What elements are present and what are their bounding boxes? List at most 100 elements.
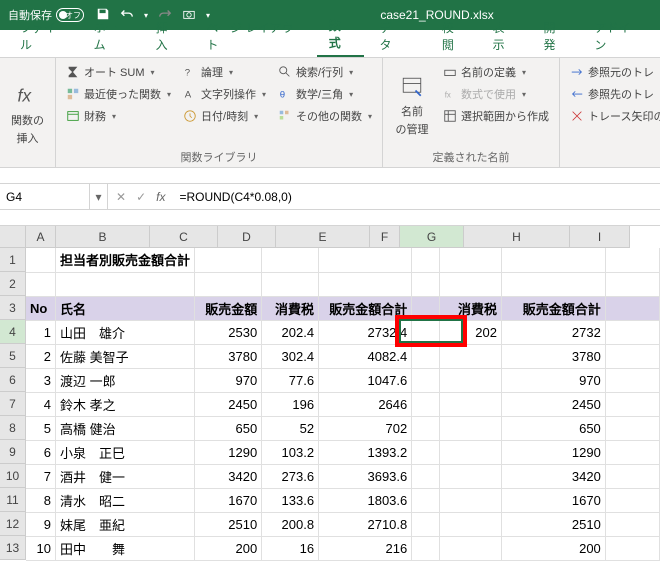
cell[interactable]: 2450 <box>195 392 262 416</box>
cell[interactable]: 2646 <box>319 392 412 416</box>
cell[interactable] <box>605 344 659 368</box>
row-header[interactable]: 8 <box>0 416 26 440</box>
cell[interactable]: 販売金額合計 <box>319 296 412 320</box>
cell[interactable] <box>412 416 440 440</box>
cell[interactable] <box>439 392 501 416</box>
cell[interactable]: 1670 <box>195 488 262 512</box>
cell[interactable] <box>605 248 659 272</box>
cell[interactable]: 9 <box>26 512 56 536</box>
cell[interactable] <box>501 248 605 272</box>
cell[interactable] <box>412 440 440 464</box>
cell[interactable]: 77.6 <box>262 368 319 392</box>
use-in-formula-button[interactable]: fx数式で使用▾ <box>439 84 553 104</box>
cell[interactable]: 2 <box>26 344 56 368</box>
cell[interactable] <box>605 320 659 344</box>
cell[interactable]: 4 <box>26 392 56 416</box>
cell[interactable]: 2732.4 <box>319 320 412 344</box>
row-header[interactable]: 6 <box>0 368 26 392</box>
row-header[interactable]: 7 <box>0 392 26 416</box>
col-header[interactable]: H <box>464 226 570 248</box>
cell[interactable]: 酒井 健一 <box>56 464 195 488</box>
cell[interactable] <box>56 272 195 296</box>
cell[interactable]: 3420 <box>501 464 605 488</box>
datetime-button[interactable]: 日付/時刻▾ <box>179 106 270 126</box>
cell[interactable]: 2450 <box>501 392 605 416</box>
remove-arrows-button[interactable]: トレース矢印の <box>566 106 660 126</box>
cell[interactable]: 消費税 <box>439 296 501 320</box>
text-button[interactable]: A文字列操作▾ <box>179 84 270 104</box>
cell[interactable] <box>26 248 56 272</box>
cell[interactable]: 販売金額合計 <box>501 296 605 320</box>
cell[interactable]: 2710.8 <box>319 512 412 536</box>
cell[interactable]: 202.4 <box>262 320 319 344</box>
cell[interactable]: 3693.6 <box>319 464 412 488</box>
cell[interactable]: 200.8 <box>262 512 319 536</box>
create-from-selection-button[interactable]: 選択範囲から作成 <box>439 106 553 126</box>
col-header[interactable]: C <box>150 226 218 248</box>
cell[interactable]: 田中 舞 <box>56 536 195 560</box>
cell[interactable] <box>319 272 412 296</box>
cell[interactable] <box>605 392 659 416</box>
row-header[interactable]: 11 <box>0 488 26 512</box>
cell[interactable]: 2510 <box>195 512 262 536</box>
tab-data[interactable]: データ <box>368 14 426 57</box>
cell[interactable] <box>412 488 440 512</box>
cell[interactable] <box>412 536 440 560</box>
name-manager-button[interactable]: 名前 の管理 <box>389 62 435 147</box>
cell[interactable]: 妹尾 亜紀 <box>56 512 195 536</box>
tab-insert[interactable]: 挿入 <box>144 14 191 57</box>
cell[interactable]: 200 <box>195 536 262 560</box>
cell[interactable] <box>439 344 501 368</box>
col-header[interactable]: B <box>56 226 150 248</box>
row-header[interactable]: 2 <box>0 272 26 296</box>
cell[interactable] <box>195 272 262 296</box>
cell[interactable]: 52 <box>262 416 319 440</box>
cell[interactable]: 高橋 健治 <box>56 416 195 440</box>
cell[interactable]: 小泉 正巳 <box>56 440 195 464</box>
cell[interactable] <box>412 320 440 344</box>
cell[interactable] <box>605 296 659 320</box>
name-box-input[interactable] <box>6 190 83 204</box>
tab-layout[interactable]: ページ レイアウト <box>194 14 312 57</box>
cell[interactable]: 650 <box>501 416 605 440</box>
cell[interactable] <box>262 248 319 272</box>
tab-addin[interactable]: アドイン <box>582 14 652 57</box>
cell[interactable]: 650 <box>195 416 262 440</box>
cell[interactable]: 1290 <box>195 440 262 464</box>
row-header[interactable]: 13 <box>0 536 26 560</box>
cell[interactable]: 16 <box>262 536 319 560</box>
cell[interactable]: 鈴木 孝之 <box>56 392 195 416</box>
cell[interactable]: 4082.4 <box>319 344 412 368</box>
cell[interactable]: 7 <box>26 464 56 488</box>
cell[interactable]: 3780 <box>195 344 262 368</box>
cell[interactable]: 1393.2 <box>319 440 412 464</box>
cell[interactable] <box>439 440 501 464</box>
row-header[interactable]: 4 <box>0 320 26 344</box>
cell[interactable] <box>605 272 659 296</box>
cell[interactable] <box>412 464 440 488</box>
cell[interactable] <box>439 464 501 488</box>
cell[interactable]: 970 <box>195 368 262 392</box>
tab-view[interactable]: 表示 <box>481 14 528 57</box>
cell[interactable] <box>605 464 659 488</box>
row-header[interactable]: 12 <box>0 512 26 536</box>
lookup-button[interactable]: 検索/行列▾ <box>274 62 376 82</box>
cell[interactable] <box>605 368 659 392</box>
cell[interactable]: 200 <box>501 536 605 560</box>
trace-precedents-button[interactable]: 参照元のトレ <box>566 62 660 82</box>
cell[interactable]: 1670 <box>501 488 605 512</box>
toggle-switch[interactable]: オフ <box>56 8 84 22</box>
cell[interactable]: 302.4 <box>262 344 319 368</box>
fx-icon[interactable]: fx <box>156 190 165 204</box>
logical-button[interactable]: ?論理▾ <box>179 62 270 82</box>
cell[interactable]: 氏名 <box>56 296 195 320</box>
cell[interactable]: 渡辺 一郎 <box>56 368 195 392</box>
cell[interactable]: 1 <box>26 320 56 344</box>
cell[interactable]: 10 <box>26 536 56 560</box>
financial-button[interactable]: 財務▾ <box>62 106 175 126</box>
col-header[interactable]: F <box>370 226 400 248</box>
cell[interactable]: 3420 <box>195 464 262 488</box>
cells-area[interactable]: 担当者別販売金額合計No氏名販売金額消費税販売金額合計消費税販売金額合計1山田 … <box>26 248 660 561</box>
row-header[interactable]: 5 <box>0 344 26 368</box>
cell[interactable] <box>439 512 501 536</box>
